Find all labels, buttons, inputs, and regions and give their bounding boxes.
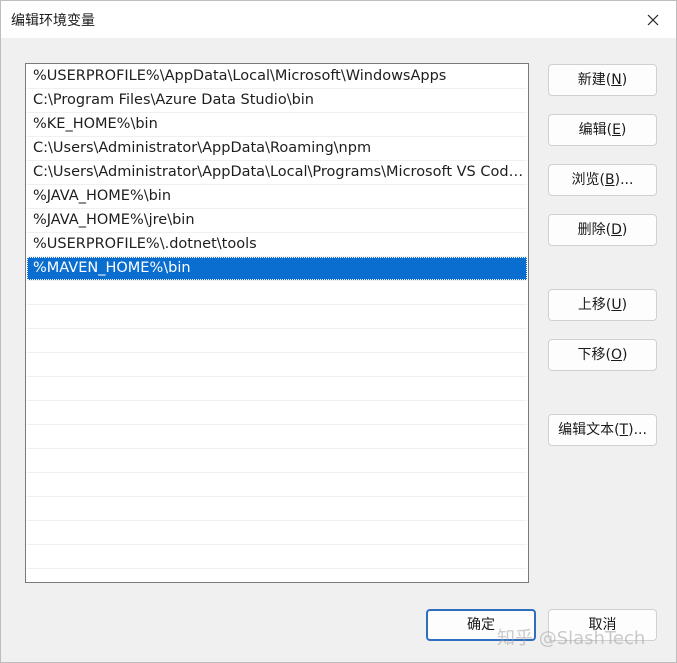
move-down-button-label-end: )	[622, 347, 628, 363]
browse-button-label: 浏览(	[571, 172, 606, 188]
path-list-item[interactable]: %MAVEN_HOME%\bin	[27, 257, 527, 281]
edit-button[interactable]: 编辑(E)	[548, 114, 657, 146]
path-list-empty-row	[27, 473, 527, 497]
path-list-item[interactable]: C:\Users\Administrator\AppData\Roaming\n…	[27, 137, 527, 161]
path-list-empty-row	[27, 281, 527, 305]
edit-text-button-label-end: )...	[628, 422, 647, 438]
path-list-item[interactable]: %JAVA_HOME%\jre\bin	[27, 209, 527, 233]
path-list-item[interactable]: C:\Users\Administrator\AppData\Local\Pro…	[27, 161, 527, 185]
move-up-button-accesskey: U	[611, 297, 622, 313]
browse-button-label-end: )...	[614, 172, 634, 188]
close-icon	[647, 14, 659, 25]
title-bar: 编辑环境变量	[1, 1, 676, 38]
edit-text-button-accesskey: T	[619, 422, 629, 438]
path-list-empty-row	[27, 425, 527, 449]
move-down-button[interactable]: 下移(O)	[548, 339, 657, 371]
delete-button[interactable]: 删除(D)	[548, 214, 657, 246]
dialog-title: 编辑环境变量	[11, 13, 95, 29]
delete-button-label-end: )	[621, 222, 628, 238]
edit-text-button[interactable]: 编辑文本(T)...	[548, 414, 657, 446]
new-button-label-end: )	[621, 72, 628, 88]
path-list-item[interactable]: %USERPROFILE%\.dotnet\tools	[27, 233, 527, 257]
path-list-item[interactable]: %JAVA_HOME%\bin	[27, 185, 527, 209]
edit-button-accesskey: E	[612, 122, 621, 138]
path-list-empty-row	[27, 521, 527, 545]
edit-button-label: 编辑(	[578, 122, 613, 138]
path-list-empty-row	[27, 449, 527, 473]
browse-button[interactable]: 浏览(B)...	[548, 164, 657, 196]
path-list-empty-row	[27, 305, 527, 329]
edit-environment-variable-dialog: 编辑环境变量 %USERPROFILE%\AppData\Local\Micro…	[0, 0, 677, 663]
path-list-empty-row	[27, 545, 527, 569]
close-button[interactable]	[630, 1, 676, 38]
new-button-accesskey: N	[611, 72, 622, 88]
move-up-button-label: 上移(	[577, 297, 612, 313]
move-up-button[interactable]: 上移(U)	[548, 289, 657, 321]
path-list-empty-row	[27, 329, 527, 353]
browse-button-accesskey: B	[605, 172, 615, 188]
path-list[interactable]: %USERPROFILE%\AppData\Local\Microsoft\Wi…	[25, 63, 529, 583]
path-list-empty-row	[27, 353, 527, 377]
path-list-empty-row	[27, 401, 527, 425]
ok-button[interactable]: 确定	[426, 609, 536, 641]
edit-text-button-label: 编辑文本(	[558, 422, 620, 438]
move-up-button-label-end: )	[621, 297, 628, 313]
new-button[interactable]: 新建(N)	[548, 64, 657, 96]
edit-button-label-end: )	[620, 122, 627, 138]
delete-button-accesskey: D	[611, 222, 622, 238]
move-down-button-accesskey: O	[610, 347, 623, 363]
move-down-button-label: 下移(	[577, 347, 611, 363]
path-list-item[interactable]: %KE_HOME%\bin	[27, 113, 527, 137]
delete-button-label: 删除(	[577, 222, 612, 238]
path-list-item[interactable]: C:\Program Files\Azure Data Studio\bin	[27, 89, 527, 113]
cancel-button[interactable]: 取消	[548, 609, 657, 641]
path-list-item[interactable]: %USERPROFILE%\AppData\Local\Microsoft\Wi…	[27, 65, 527, 89]
path-list-empty-row	[27, 377, 527, 401]
path-list-empty-row	[27, 497, 527, 521]
new-button-label: 新建(	[577, 72, 612, 88]
